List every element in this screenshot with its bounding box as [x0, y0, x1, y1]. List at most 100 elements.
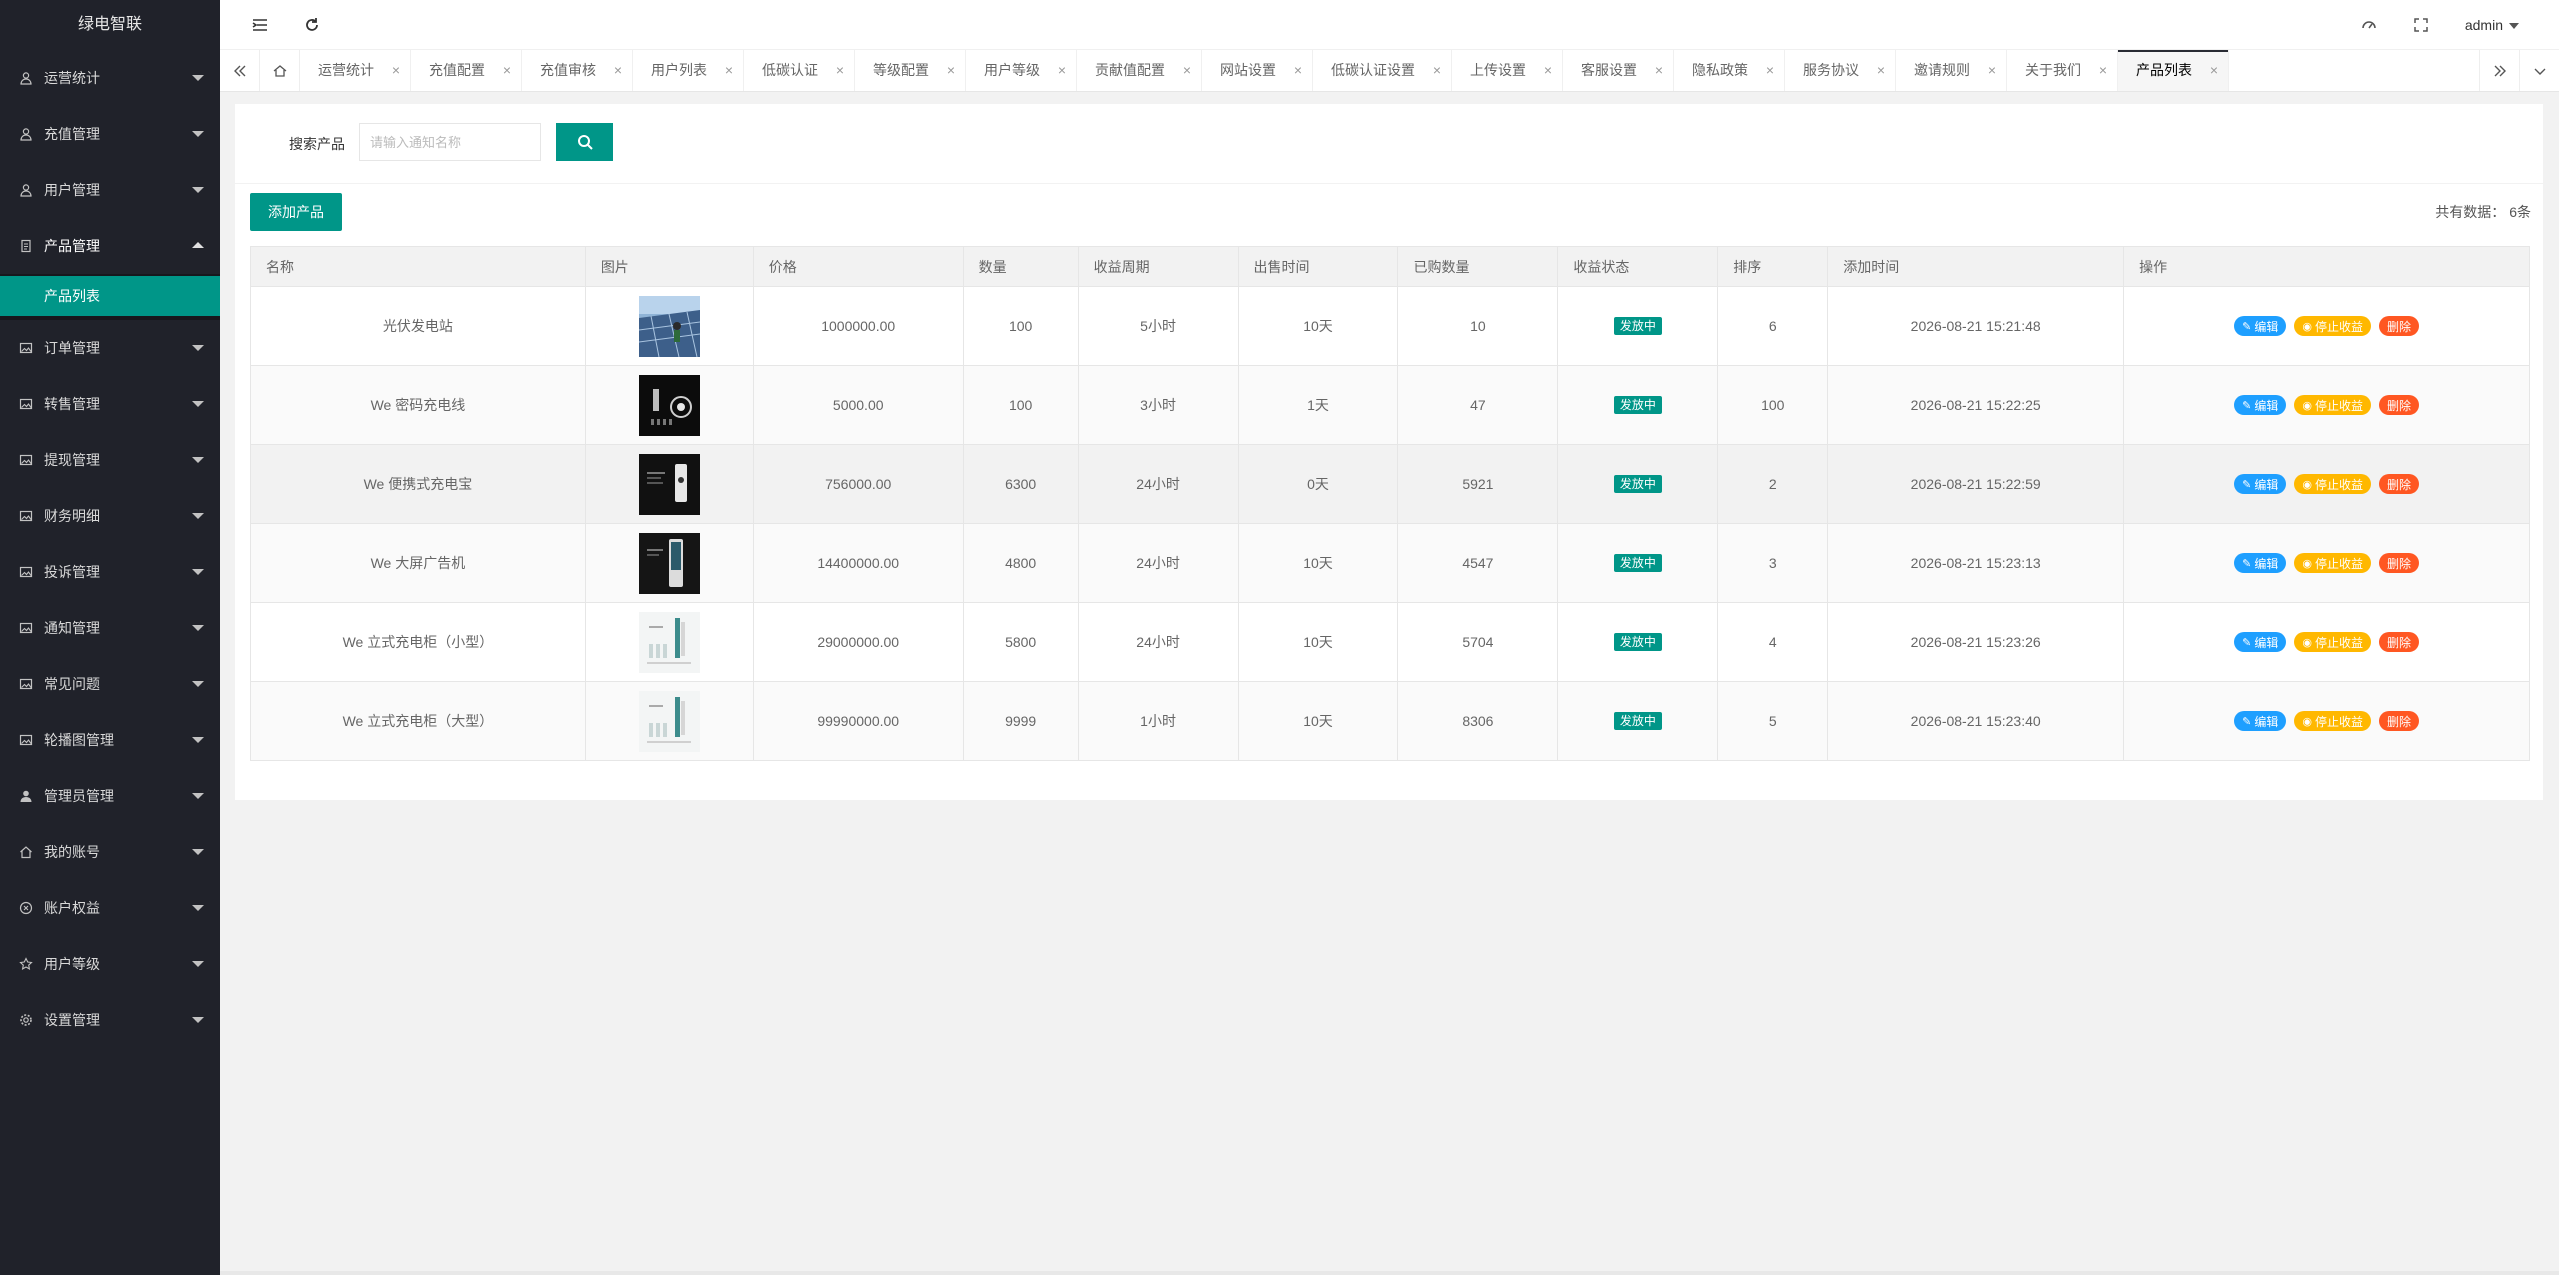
sidebar-item[interactable]: 账户权益 — [0, 880, 220, 936]
image-icon — [18, 656, 34, 712]
table-row[interactable]: We 便携式充电宝 756000.00 6300 24小时 0天 5921 发放中 2 2026… — [250, 444, 2530, 524]
stop-earnings-button[interactable]: ◉ 停止收益 — [2294, 711, 2371, 731]
sidebar-item[interactable]: 用户管理 — [0, 162, 220, 218]
tab-label: 产品列表 — [2136, 62, 2192, 78]
theme-icon[interactable] — [2349, 0, 2389, 50]
tab[interactable]: 充值配置 × — [411, 50, 522, 91]
sidebar-item[interactable]: 转售管理 — [0, 376, 220, 432]
close-icon[interactable]: × — [503, 50, 511, 91]
tab[interactable]: 服务协议 × — [1785, 50, 1896, 91]
sidebar-item[interactable]: 充值管理 — [0, 106, 220, 162]
refresh-icon[interactable] — [292, 0, 332, 50]
table-row[interactable]: 光伏发电站 1000000.00 100 5小时 10天 10 发放中 6 2026-08-21… — [250, 286, 2530, 366]
tab[interactable]: 用户列表 × — [633, 50, 744, 91]
cell-price: 5000.00 — [752, 365, 964, 445]
stop-earnings-button[interactable]: ◉ 停止收益 — [2294, 316, 2371, 336]
tab[interactable]: 贡献值配置 × — [1077, 50, 1202, 91]
stop-earnings-button[interactable]: ◉ 停止收益 — [2294, 553, 2371, 573]
stop-earnings-button[interactable]: ◉ 停止收益 — [2294, 395, 2371, 415]
tabs-menu-chevron-icon[interactable] — [2519, 50, 2559, 91]
tab[interactable]: 隐私政策 × — [1674, 50, 1785, 91]
close-icon[interactable]: × — [1655, 50, 1663, 91]
status-badge: 发放中 — [1613, 475, 1662, 493]
tab[interactable]: 产品列表 × — [2118, 50, 2229, 91]
tab[interactable]: 上传设置 × — [1452, 50, 1563, 91]
menu-toggle-icon[interactable] — [240, 0, 280, 50]
delete-button[interactable]: 删除 — [2378, 395, 2419, 415]
sidebar-item[interactable]: 管理员管理 — [0, 768, 220, 824]
home-tab-icon[interactable] — [260, 50, 300, 91]
close-icon[interactable]: × — [725, 50, 733, 91]
search-input[interactable] — [359, 123, 541, 161]
fullscreen-icon[interactable] — [2401, 0, 2441, 50]
close-icon[interactable]: × — [1766, 50, 1774, 91]
circle-icon — [18, 880, 34, 936]
close-icon[interactable]: × — [947, 50, 955, 91]
search-button[interactable] — [556, 123, 613, 161]
tabs-scroll-left-icon[interactable] — [220, 50, 260, 91]
sidebar-item[interactable]: 订单管理 — [0, 320, 220, 376]
edit-button[interactable]: ✎ 编辑 — [2234, 711, 2287, 731]
close-icon[interactable]: × — [614, 50, 622, 91]
tabs-scroll-right-icon[interactable] — [2479, 50, 2519, 91]
sidebar-item[interactable]: 提现管理 — [0, 432, 220, 488]
tab[interactable]: 关于我们 × — [2007, 50, 2118, 91]
edit-button[interactable]: ✎ 编辑 — [2234, 316, 2287, 336]
stop-earnings-button[interactable]: ◉ 停止收益 — [2294, 474, 2371, 494]
table-row[interactable]: We 立式充电柜（小型） 29000000.00 5800 24小时 10天 5704 发放… — [250, 602, 2530, 682]
close-icon[interactable]: × — [2210, 50, 2218, 91]
close-icon[interactable]: × — [1877, 50, 1885, 91]
table-row[interactable]: We 立式充电柜（大型） 99990000.00 9999 1小时 10天 8306 发放中… — [250, 681, 2530, 761]
tab[interactable]: 运营统计 × — [300, 50, 411, 91]
tab[interactable]: 客服设置 × — [1563, 50, 1674, 91]
close-icon[interactable]: × — [1988, 50, 1996, 91]
sidebar-item-label: 投诉管理 — [44, 564, 100, 580]
delete-button[interactable]: 删除 — [2378, 711, 2419, 731]
delete-button[interactable]: 删除 — [2378, 474, 2419, 494]
close-icon[interactable]: × — [1294, 50, 1302, 91]
sidebar-item[interactable]: 设置管理 — [0, 992, 220, 1048]
delete-button[interactable]: 删除 — [2378, 553, 2419, 573]
close-icon[interactable]: × — [1433, 50, 1441, 91]
sidebar-subitem[interactable]: 产品列表 — [0, 276, 220, 316]
sidebar-item[interactable]: 通知管理 — [0, 600, 220, 656]
sidebar-item[interactable]: 运营统计 — [0, 50, 220, 106]
edit-button[interactable]: ✎ 编辑 — [2234, 553, 2287, 573]
close-icon[interactable]: × — [1058, 50, 1066, 91]
table-row[interactable]: We 大屏广告机 14400000.00 4800 24小时 10天 4547 发放中 3 20… — [250, 523, 2530, 603]
status-badge: 发放中 — [1613, 396, 1662, 414]
tab[interactable]: 邀请规则 × — [1896, 50, 2007, 91]
user-menu[interactable]: admin — [2465, 0, 2519, 50]
tab[interactable]: 低碳认证设置 × — [1313, 50, 1452, 91]
cell-image — [584, 602, 754, 682]
edit-button[interactable]: ✎ 编辑 — [2234, 474, 2287, 494]
sidebar-item[interactable]: 投诉管理 — [0, 544, 220, 600]
cell-name: We 立式充电柜（小型） — [250, 602, 586, 682]
tab[interactable]: 用户等级 × — [966, 50, 1077, 91]
sidebar-item[interactable]: 用户等级 — [0, 936, 220, 992]
tab[interactable]: 低碳认证 × — [744, 50, 855, 91]
edit-button[interactable]: ✎ 编辑 — [2234, 632, 2287, 652]
tab[interactable]: 网站设置 × — [1202, 50, 1313, 91]
table-row[interactable]: We 密码充电线 5000.00 100 3小时 1天 47 发放中 100 2026-08-2… — [250, 365, 2530, 445]
chevron-down-icon — [192, 345, 204, 351]
tab[interactable]: 等级配置 × — [855, 50, 966, 91]
close-icon[interactable]: × — [1183, 50, 1191, 91]
add-product-button[interactable]: 添加产品 — [250, 193, 342, 231]
sidebar-item[interactable]: 轮播图管理 — [0, 712, 220, 768]
sidebar-item[interactable]: 我的账号 — [0, 824, 220, 880]
sidebar-item[interactable]: 财务明细 — [0, 488, 220, 544]
stop-earnings-button[interactable]: ◉ 停止收益 — [2294, 632, 2371, 652]
close-icon[interactable]: × — [392, 50, 400, 91]
sidebar-item-label: 提现管理 — [44, 452, 100, 468]
close-icon[interactable]: × — [1544, 50, 1552, 91]
edit-button[interactable]: ✎ 编辑 — [2234, 395, 2287, 415]
tab[interactable]: 充值审核 × — [522, 50, 633, 91]
sidebar-item[interactable]: 产品管理 — [0, 218, 220, 274]
delete-button[interactable]: 删除 — [2378, 632, 2419, 652]
sidebar-item[interactable]: 常见问题 — [0, 656, 220, 712]
status-badge: 发放中 — [1613, 317, 1662, 335]
close-icon[interactable]: × — [2099, 50, 2107, 91]
close-icon[interactable]: × — [836, 50, 844, 91]
delete-button[interactable]: 删除 — [2378, 316, 2419, 336]
